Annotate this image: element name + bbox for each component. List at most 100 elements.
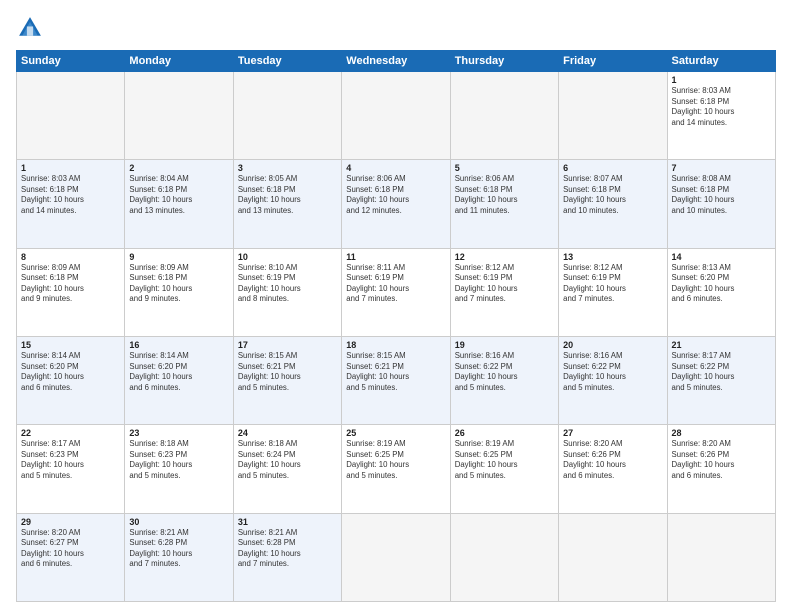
day-number: 1 xyxy=(672,75,771,85)
day-info: Sunrise: 8:04 AM Sunset: 6:18 PM Dayligh… xyxy=(129,174,228,216)
day-info: Sunrise: 8:21 AM Sunset: 6:28 PM Dayligh… xyxy=(129,528,228,570)
calendar-cell: 18Sunrise: 8:15 AM Sunset: 6:21 PM Dayli… xyxy=(342,336,450,424)
day-number: 24 xyxy=(238,428,337,438)
calendar-cell: 30Sunrise: 8:21 AM Sunset: 6:28 PM Dayli… xyxy=(125,513,233,601)
calendar-table: SundayMondayTuesdayWednesdayThursdayFrid… xyxy=(16,50,776,602)
day-info: Sunrise: 8:14 AM Sunset: 6:20 PM Dayligh… xyxy=(21,351,120,393)
day-number: 12 xyxy=(455,252,554,262)
calendar-cell: 5Sunrise: 8:06 AM Sunset: 6:18 PM Daylig… xyxy=(450,160,558,248)
calendar-cell: 27Sunrise: 8:20 AM Sunset: 6:26 PM Dayli… xyxy=(559,425,667,513)
calendar-cell xyxy=(342,72,450,160)
header xyxy=(16,14,776,42)
day-header-thursday: Thursday xyxy=(450,51,558,72)
calendar-week-row: 29Sunrise: 8:20 AM Sunset: 6:27 PM Dayli… xyxy=(17,513,776,601)
day-info: Sunrise: 8:05 AM Sunset: 6:18 PM Dayligh… xyxy=(238,174,337,216)
day-number: 20 xyxy=(563,340,662,350)
day-number: 1 xyxy=(21,163,120,173)
day-number: 23 xyxy=(129,428,228,438)
day-info: Sunrise: 8:14 AM Sunset: 6:20 PM Dayligh… xyxy=(129,351,228,393)
day-number: 29 xyxy=(21,517,120,527)
day-number: 26 xyxy=(455,428,554,438)
calendar-cell xyxy=(559,513,667,601)
calendar-cell xyxy=(450,72,558,160)
day-number: 7 xyxy=(672,163,771,173)
calendar-cell: 8Sunrise: 8:09 AM Sunset: 6:18 PM Daylig… xyxy=(17,248,125,336)
calendar-cell xyxy=(17,72,125,160)
day-header-wednesday: Wednesday xyxy=(342,51,450,72)
day-number: 28 xyxy=(672,428,771,438)
calendar-cell xyxy=(125,72,233,160)
calendar-cell: 6Sunrise: 8:07 AM Sunset: 6:18 PM Daylig… xyxy=(559,160,667,248)
calendar-week-row: 8Sunrise: 8:09 AM Sunset: 6:18 PM Daylig… xyxy=(17,248,776,336)
day-info: Sunrise: 8:19 AM Sunset: 6:25 PM Dayligh… xyxy=(455,439,554,481)
calendar-cell: 28Sunrise: 8:20 AM Sunset: 6:26 PM Dayli… xyxy=(667,425,775,513)
day-number: 5 xyxy=(455,163,554,173)
day-info: Sunrise: 8:03 AM Sunset: 6:18 PM Dayligh… xyxy=(21,174,120,216)
calendar-cell: 20Sunrise: 8:16 AM Sunset: 6:22 PM Dayli… xyxy=(559,336,667,424)
logo xyxy=(16,14,48,42)
day-number: 2 xyxy=(129,163,228,173)
day-info: Sunrise: 8:07 AM Sunset: 6:18 PM Dayligh… xyxy=(563,174,662,216)
day-info: Sunrise: 8:12 AM Sunset: 6:19 PM Dayligh… xyxy=(455,263,554,305)
day-info: Sunrise: 8:20 AM Sunset: 6:26 PM Dayligh… xyxy=(672,439,771,481)
day-number: 6 xyxy=(563,163,662,173)
day-number: 8 xyxy=(21,252,120,262)
calendar-cell xyxy=(233,72,341,160)
calendar-cell xyxy=(667,513,775,601)
day-info: Sunrise: 8:12 AM Sunset: 6:19 PM Dayligh… xyxy=(563,263,662,305)
day-number: 14 xyxy=(672,252,771,262)
day-info: Sunrise: 8:11 AM Sunset: 6:19 PM Dayligh… xyxy=(346,263,445,305)
calendar-cell: 31Sunrise: 8:21 AM Sunset: 6:28 PM Dayli… xyxy=(233,513,341,601)
calendar-cell: 11Sunrise: 8:11 AM Sunset: 6:19 PM Dayli… xyxy=(342,248,450,336)
day-number: 25 xyxy=(346,428,445,438)
day-number: 15 xyxy=(21,340,120,350)
logo-icon xyxy=(16,14,44,42)
day-number: 27 xyxy=(563,428,662,438)
calendar-cell xyxy=(342,513,450,601)
calendar-cell: 12Sunrise: 8:12 AM Sunset: 6:19 PM Dayli… xyxy=(450,248,558,336)
calendar-cell: 21Sunrise: 8:17 AM Sunset: 6:22 PM Dayli… xyxy=(667,336,775,424)
calendar-cell: 13Sunrise: 8:12 AM Sunset: 6:19 PM Dayli… xyxy=(559,248,667,336)
calendar-cell: 24Sunrise: 8:18 AM Sunset: 6:24 PM Dayli… xyxy=(233,425,341,513)
day-info: Sunrise: 8:09 AM Sunset: 6:18 PM Dayligh… xyxy=(21,263,120,305)
day-info: Sunrise: 8:16 AM Sunset: 6:22 PM Dayligh… xyxy=(455,351,554,393)
day-info: Sunrise: 8:20 AM Sunset: 6:27 PM Dayligh… xyxy=(21,528,120,570)
calendar-week-row: 1Sunrise: 8:03 AM Sunset: 6:18 PM Daylig… xyxy=(17,72,776,160)
calendar-cell: 7Sunrise: 8:08 AM Sunset: 6:18 PM Daylig… xyxy=(667,160,775,248)
day-number: 11 xyxy=(346,252,445,262)
calendar-cell: 25Sunrise: 8:19 AM Sunset: 6:25 PM Dayli… xyxy=(342,425,450,513)
calendar-cell: 4Sunrise: 8:06 AM Sunset: 6:18 PM Daylig… xyxy=(342,160,450,248)
day-info: Sunrise: 8:17 AM Sunset: 6:23 PM Dayligh… xyxy=(21,439,120,481)
page: SundayMondayTuesdayWednesdayThursdayFrid… xyxy=(0,0,792,612)
day-info: Sunrise: 8:08 AM Sunset: 6:18 PM Dayligh… xyxy=(672,174,771,216)
day-number: 13 xyxy=(563,252,662,262)
day-info: Sunrise: 8:21 AM Sunset: 6:28 PM Dayligh… xyxy=(238,528,337,570)
calendar-cell: 14Sunrise: 8:13 AM Sunset: 6:20 PM Dayli… xyxy=(667,248,775,336)
day-header-saturday: Saturday xyxy=(667,51,775,72)
day-number: 4 xyxy=(346,163,445,173)
calendar-cell: 10Sunrise: 8:10 AM Sunset: 6:19 PM Dayli… xyxy=(233,248,341,336)
day-info: Sunrise: 8:18 AM Sunset: 6:23 PM Dayligh… xyxy=(129,439,228,481)
calendar-week-row: 1Sunrise: 8:03 AM Sunset: 6:18 PM Daylig… xyxy=(17,160,776,248)
calendar-cell: 26Sunrise: 8:19 AM Sunset: 6:25 PM Dayli… xyxy=(450,425,558,513)
calendar-cell: 1Sunrise: 8:03 AM Sunset: 6:18 PM Daylig… xyxy=(17,160,125,248)
day-number: 19 xyxy=(455,340,554,350)
calendar-cell: 19Sunrise: 8:16 AM Sunset: 6:22 PM Dayli… xyxy=(450,336,558,424)
calendar-cell: 29Sunrise: 8:20 AM Sunset: 6:27 PM Dayli… xyxy=(17,513,125,601)
day-info: Sunrise: 8:15 AM Sunset: 6:21 PM Dayligh… xyxy=(346,351,445,393)
calendar-cell xyxy=(559,72,667,160)
day-number: 3 xyxy=(238,163,337,173)
calendar-cell: 17Sunrise: 8:15 AM Sunset: 6:21 PM Dayli… xyxy=(233,336,341,424)
day-number: 18 xyxy=(346,340,445,350)
day-info: Sunrise: 8:18 AM Sunset: 6:24 PM Dayligh… xyxy=(238,439,337,481)
day-info: Sunrise: 8:06 AM Sunset: 6:18 PM Dayligh… xyxy=(346,174,445,216)
calendar-cell xyxy=(450,513,558,601)
day-info: Sunrise: 8:20 AM Sunset: 6:26 PM Dayligh… xyxy=(563,439,662,481)
day-info: Sunrise: 8:19 AM Sunset: 6:25 PM Dayligh… xyxy=(346,439,445,481)
calendar-cell: 2Sunrise: 8:04 AM Sunset: 6:18 PM Daylig… xyxy=(125,160,233,248)
day-header-friday: Friday xyxy=(559,51,667,72)
day-header-tuesday: Tuesday xyxy=(233,51,341,72)
day-number: 17 xyxy=(238,340,337,350)
day-header-monday: Monday xyxy=(125,51,233,72)
calendar-cell: 3Sunrise: 8:05 AM Sunset: 6:18 PM Daylig… xyxy=(233,160,341,248)
